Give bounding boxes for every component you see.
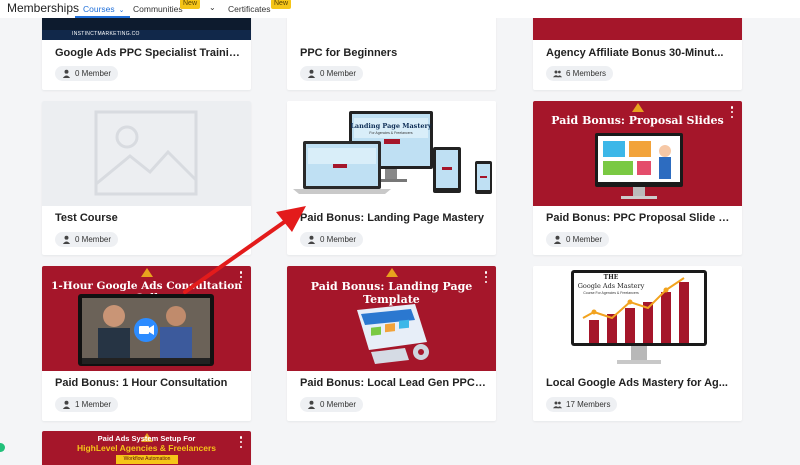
new-badge: New bbox=[180, 0, 201, 9]
member-count: 0 Member bbox=[300, 66, 364, 81]
course-thumbnail: Paid Bonus: Landing Page Template bbox=[287, 266, 496, 371]
monitor-illustration bbox=[595, 133, 683, 199]
member-count: 17 Members bbox=[546, 397, 618, 412]
chevron-down-icon[interactable]: ⌄ bbox=[209, 3, 216, 12]
more-options-icon[interactable] bbox=[730, 106, 734, 118]
user-icon bbox=[307, 235, 316, 244]
member-count: 0 Member bbox=[55, 232, 119, 247]
user-icon bbox=[307, 400, 316, 409]
new-badge: New bbox=[271, 0, 292, 9]
course-title: Paid Bonus: Local Lead Gen PPC L... bbox=[300, 377, 486, 389]
user-icon bbox=[307, 69, 316, 78]
brand-logo-icon bbox=[385, 268, 398, 277]
top-navigation: Memberships Courses ⌄ Communities New ⌄ C… bbox=[0, 0, 800, 18]
course-card[interactable]: Paid Ads System Setup For HighLevel Agen… bbox=[42, 431, 251, 465]
users-icon bbox=[553, 401, 562, 409]
course-title: Paid Bonus: Landing Page Mastery bbox=[300, 212, 484, 224]
member-count: 0 Member bbox=[546, 232, 610, 247]
user-icon bbox=[62, 235, 71, 244]
app-title: Memberships bbox=[7, 1, 80, 15]
course-card[interactable]: Paid Bonus: Landing Page Template Paid B… bbox=[287, 266, 496, 421]
chevron-down-icon: ⌄ bbox=[118, 7, 125, 14]
member-count: 0 Member bbox=[55, 66, 119, 81]
video-call-illustration bbox=[78, 294, 214, 366]
tab-certificates[interactable]: Certificates bbox=[228, 4, 271, 14]
user-icon bbox=[553, 235, 562, 244]
tab-courses[interactable]: Courses ⌄ bbox=[83, 4, 125, 14]
more-options-icon[interactable] bbox=[239, 271, 243, 283]
course-card[interactable]: THE Google Ads Mastery Course For Agenci… bbox=[533, 266, 742, 421]
brand-logo-icon bbox=[140, 268, 153, 277]
image-placeholder-icon bbox=[94, 110, 198, 196]
landing-page-illustration bbox=[357, 304, 429, 364]
course-title: Test Course bbox=[55, 212, 118, 224]
brand-logo-icon bbox=[631, 103, 644, 112]
course-card[interactable]: Paid Bonus: Proposal Slides Paid Bonus: … bbox=[533, 101, 742, 255]
course-title: Paid Bonus: PPC Proposal Slide D... bbox=[546, 212, 732, 224]
chat-widget-button[interactable] bbox=[0, 443, 5, 452]
course-card[interactable]: Test Course 0 Member bbox=[42, 101, 251, 255]
course-title: Agency Affiliate Bonus 30-Minut... bbox=[546, 47, 724, 59]
member-count: 0 Member bbox=[300, 397, 364, 412]
member-count: 1 Member bbox=[55, 397, 119, 412]
course-thumbnail: Paid Bonus: Proposal Slides bbox=[533, 101, 742, 206]
course-title: Paid Bonus: 1 Hour Consultation bbox=[55, 377, 228, 389]
course-title: Google Ads PPC Specialist Trainin... bbox=[55, 47, 241, 59]
placeholder-image bbox=[42, 101, 251, 206]
active-tab-indicator bbox=[75, 16, 130, 18]
course-card[interactable]: Landing Page Mastery For Agencies & Free… bbox=[287, 101, 496, 255]
more-options-icon[interactable] bbox=[484, 271, 488, 283]
member-count: 6 Members bbox=[546, 66, 614, 81]
course-thumbnail: Landing Page Mastery For Agencies & Free… bbox=[287, 101, 496, 206]
devices-mockup-image bbox=[293, 111, 492, 194]
course-thumbnail: Paid Ads System Setup For HighLevel Agen… bbox=[42, 431, 251, 465]
user-icon bbox=[62, 69, 71, 78]
course-title: Local Google Ads Mastery for Ag... bbox=[546, 377, 728, 389]
more-options-icon[interactable] bbox=[239, 436, 243, 448]
course-title: PPC for Beginners bbox=[300, 47, 398, 59]
tab-communities[interactable]: Communities bbox=[133, 4, 183, 14]
member-count: 0 Member bbox=[300, 232, 364, 247]
course-card[interactable]: 1-Hour Google Ads Consultation Call Paid… bbox=[42, 266, 251, 421]
user-icon bbox=[62, 400, 71, 409]
users-icon bbox=[553, 70, 562, 78]
course-thumbnail: THE Google Ads Mastery Course For Agenci… bbox=[533, 266, 742, 371]
course-thumbnail: 1-Hour Google Ads Consultation Call bbox=[42, 266, 251, 371]
